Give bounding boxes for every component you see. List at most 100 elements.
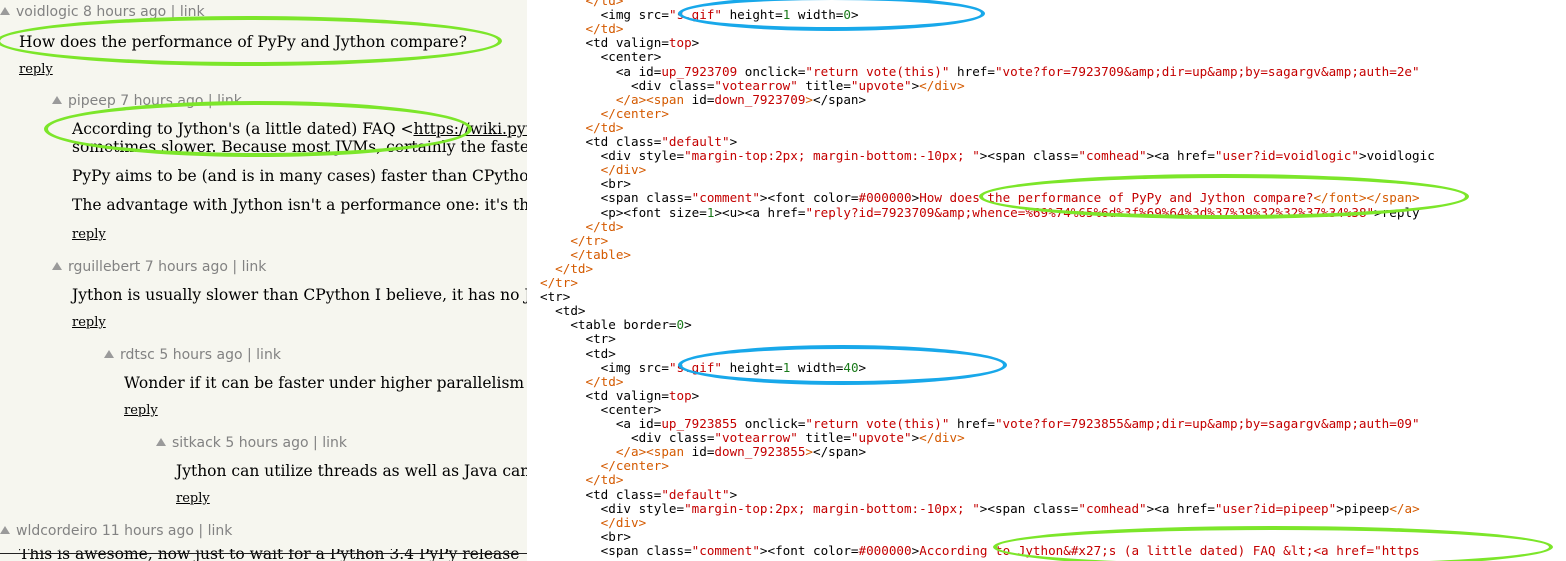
upvote-arrow-icon[interactable] [0, 526, 10, 534]
source-token: </div> [919, 430, 965, 446]
comment-age[interactable]: 5 hours ago [159, 347, 242, 363]
source-token: href= [949, 416, 995, 431]
source-token: According to Jython&#x27;s (a little dat… [919, 542, 1420, 558]
source-token: "s.gif" [668, 7, 723, 23]
source-token: reply [1381, 204, 1420, 220]
comment-user[interactable]: rguillebert [68, 259, 140, 275]
comment-link[interactable]: link [242, 259, 267, 275]
comment-age[interactable]: 5 hours ago [225, 435, 308, 451]
source-token: <tr> [585, 331, 616, 347]
source-line: </table> [540, 247, 631, 262]
source-line: <p><font size=1><u><a href="reply?id=792… [540, 204, 1420, 220]
comment-text: Jython can utilize threads as well as Ja… [176, 462, 527, 480]
source-line: </td> [540, 260, 594, 276]
source-token: class= [668, 77, 715, 93]
upvote-arrow-icon[interactable] [52, 96, 62, 104]
comment-link[interactable]: link [256, 347, 281, 363]
source-token: > [691, 387, 700, 403]
source-token: > [1336, 500, 1344, 516]
comment-text: According to Jython's (a little dated) F… [72, 119, 527, 139]
source-token: <td [585, 35, 616, 51]
comment-user[interactable]: rdtsc [120, 347, 155, 363]
source-token: </td> [555, 260, 594, 276]
source-token: > [1374, 204, 1382, 220]
header-separator: | [203, 93, 218, 109]
source-token: <font [767, 542, 814, 558]
source-token: <a [1154, 148, 1177, 164]
comment-link[interactable]: link [208, 523, 233, 539]
source-token: </span> [813, 444, 867, 460]
upvote-arrow-icon[interactable] [104, 350, 114, 358]
reply-link[interactable]: reply [72, 227, 106, 243]
source-line: <tr> [540, 290, 570, 304]
source-token: > [805, 444, 814, 460]
header-separator: | [193, 523, 208, 539]
source-line: </a><span id=down_7923709></span> [540, 91, 866, 107]
comment-age[interactable]: 7 hours ago [120, 93, 203, 109]
source-line: <td valign=top> [540, 387, 700, 403]
upvote-arrow-icon[interactable] [52, 262, 62, 270]
reply-link[interactable]: reply [72, 315, 106, 331]
source-token: class= [646, 542, 692, 558]
source-token: href= [1176, 500, 1215, 516]
source-token: <td [585, 387, 616, 403]
source-line: </center> [540, 106, 669, 121]
source-token: <span [646, 444, 692, 460]
reply-link[interactable]: reply [19, 62, 53, 78]
source-token: class= [615, 486, 662, 502]
comment-link[interactable]: link [180, 4, 205, 20]
source-token: > [691, 35, 700, 51]
source-line: <img src="s.gif" height=1 width=0> [540, 8, 859, 22]
source-token: "comhead" [1078, 500, 1147, 516]
source-token: > [805, 91, 814, 107]
source-token: </span> [1366, 190, 1420, 206]
comment-user[interactable]: wldcordeiro [16, 523, 97, 539]
source-token: size= [668, 204, 707, 220]
source-token: class= [668, 430, 715, 446]
source-token: "comment" [691, 542, 760, 558]
comment-age[interactable]: 7 hours ago [145, 259, 228, 275]
source-line: <div class="votearrow" title="upvote"></… [540, 431, 965, 445]
source-line: <a id=up_7923855 onclick="return vote(th… [540, 417, 1420, 431]
upvote-arrow-icon[interactable] [156, 438, 166, 446]
cut-off-comment: This is awesome, now just to wait for a … [0, 549, 527, 561]
source-line: <div style="margin-top:2px; margin-botto… [540, 149, 1435, 163]
upvote-arrow-icon[interactable] [0, 7, 10, 15]
source-token: #000000 [858, 542, 912, 558]
source-line: <br> [540, 529, 631, 544]
source-token: <span [600, 190, 647, 206]
source-token: "votearrow" [714, 77, 798, 93]
source-line: <center> [540, 49, 662, 65]
source-token: <p> [600, 204, 624, 220]
comment-link[interactable]: link [217, 93, 242, 109]
source-token: <center> [600, 49, 662, 65]
comment-url-link[interactable]: https://wiki.python.org [413, 120, 527, 138]
source-token: class= [1032, 500, 1079, 516]
source-token: height= [722, 359, 783, 375]
source-line: <td> [540, 303, 586, 319]
source-line: <a id=up_7923709 onclick="return vote(th… [540, 63, 1420, 79]
source-token: "user?id=pipeep" [1214, 500, 1337, 516]
source-token: down_7923709 [714, 91, 806, 107]
source-token: href= [949, 63, 995, 79]
comment-link[interactable]: link [322, 435, 347, 451]
source-line: </td> [540, 21, 624, 37]
header-separator: | [242, 347, 257, 363]
comment-header: pipeep 7 hours ago | link [52, 90, 242, 112]
comment-header: wldcordeiro 11 hours ago | link [0, 520, 232, 542]
comment-user[interactable]: voidlogic [16, 4, 79, 20]
reply-link[interactable]: reply [176, 491, 210, 507]
comment-user[interactable]: pipeep [68, 93, 116, 109]
source-token: </div> [600, 162, 647, 178]
comment-age[interactable]: 11 hours ago [102, 523, 194, 539]
source-token: </td> [585, 21, 624, 37]
source-token: </a> [1389, 500, 1420, 516]
source-token: </td> [585, 119, 624, 135]
comment-age[interactable]: 8 hours ago [83, 4, 166, 20]
source-token: > [729, 134, 738, 149]
source-token: <td> [555, 303, 586, 319]
comment-user[interactable]: sitkack [172, 435, 221, 451]
source-token: onclick= [737, 63, 806, 79]
source-line: <span class="comment"><font color=#00000… [540, 542, 1420, 558]
reply-link[interactable]: reply [124, 403, 158, 419]
